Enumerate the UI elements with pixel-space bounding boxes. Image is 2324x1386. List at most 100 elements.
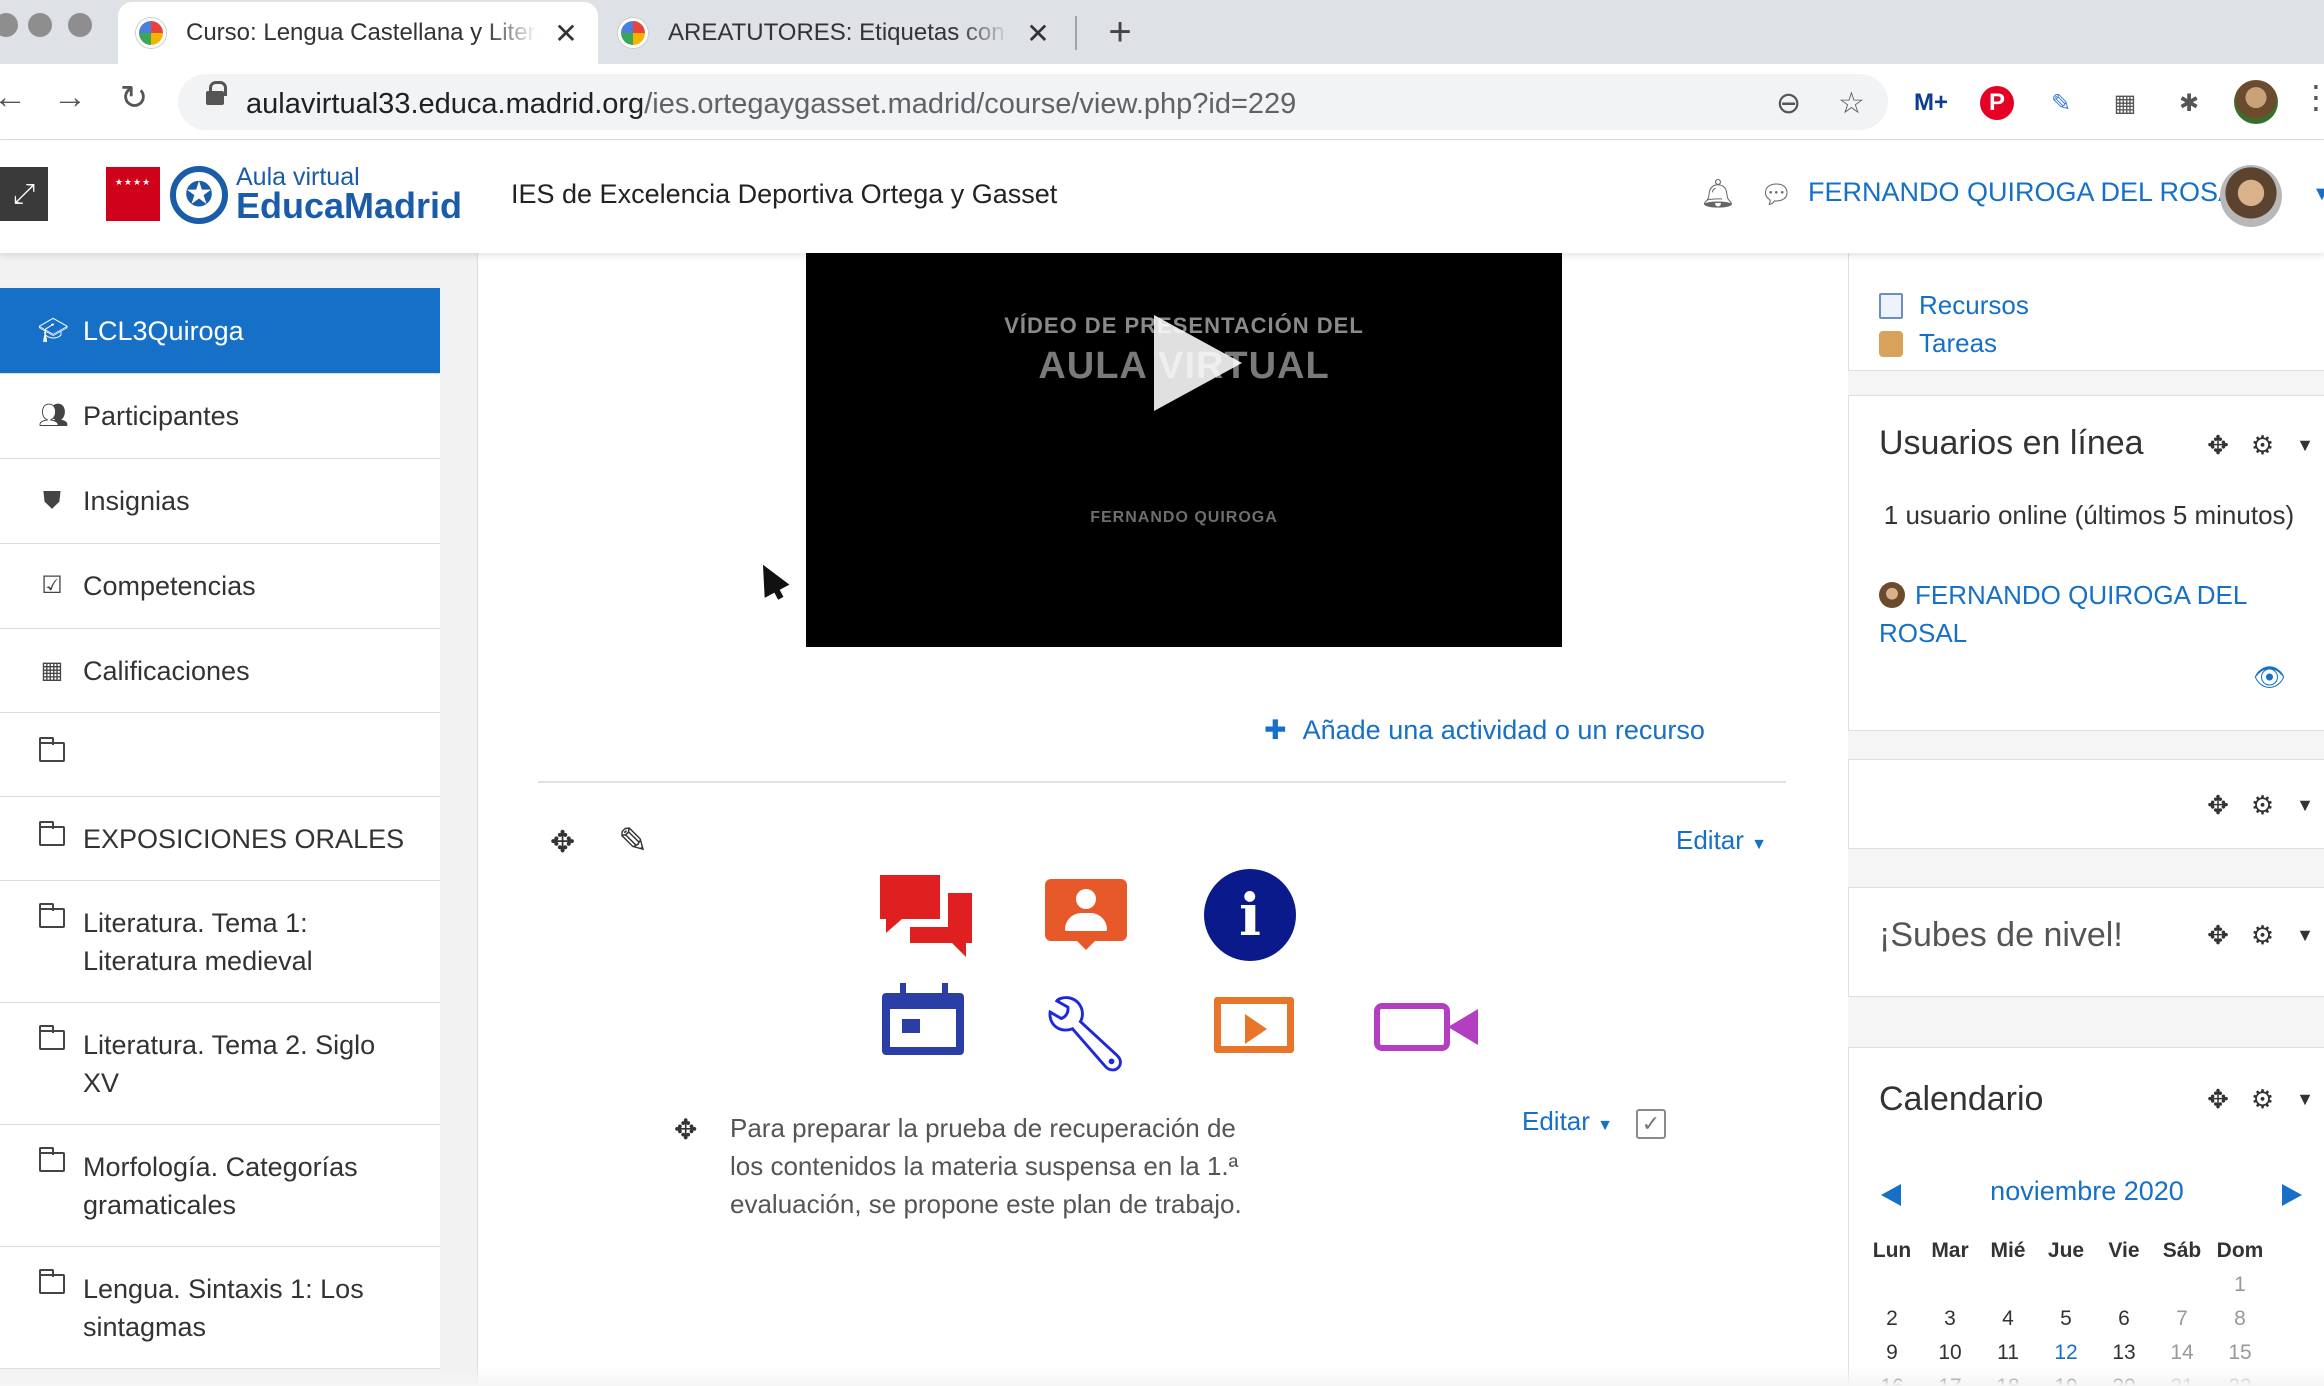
drawer-item-calificaciones[interactable]: ▦ Calificaciones [0, 629, 440, 713]
calendar-day[interactable]: 4 [1979, 1307, 2037, 1331]
folder-icon [38, 1146, 66, 1184]
info-icon[interactable]: i [1204, 869, 1296, 961]
empty-block: ✥ ⚙ ▼ [1848, 759, 2324, 849]
browser-tab-areatutores[interactable]: AREATUTORES: Etiquetas con iconos ✕ [600, 2, 1070, 64]
bookmark-star-icon[interactable]: ☆ [1838, 86, 1865, 121]
window-zoom-button[interactable] [68, 13, 92, 37]
drawer-item-tema-2[interactable]: Literatura. Tema 2. Siglo XV [0, 1003, 440, 1125]
browser-tab-course[interactable]: Curso: Lengua Castellana y Literatura ✕ [118, 2, 598, 64]
shield-icon: ⛊ [43, 487, 61, 514]
calendar-day[interactable]: 6 [2095, 1307, 2153, 1331]
move-block-icon[interactable]: ✥ [2207, 430, 2229, 461]
online-user-link[interactable]: FERNANDO QUIROGA DEL ROSAL [1879, 576, 2299, 652]
eye-icon[interactable]: 👁︎ [2253, 662, 2286, 693]
user-menu-name[interactable]: FERNANDO QUIROGA DEL ROSAL [1808, 177, 2251, 208]
puzzle-icon[interactable]: ✱ [2172, 86, 2206, 120]
browser-profile-avatar[interactable] [2234, 80, 2278, 124]
user-menu-caret-icon[interactable]: ▼ [2312, 183, 2324, 206]
move-activity-icon[interactable]: ✥ [674, 1113, 697, 1146]
zoom-out-icon[interactable]: ⊖ [1776, 86, 1801, 121]
play-icon[interactable] [1154, 315, 1242, 411]
completion-checkbox[interactable]: ✓ [1636, 1109, 1666, 1139]
url-text[interactable]: aulavirtual33.educa.madrid.org/ies.orteg… [246, 88, 1296, 121]
caret-down-icon[interactable]: ▼ [2296, 1089, 2314, 1110]
calendar-day[interactable]: 5 [2037, 1307, 2095, 1331]
activity-edit-menu[interactable]: Editar ▼ [1522, 1106, 1613, 1137]
drawer-item-section-0[interactable] [0, 713, 440, 797]
move-block-icon[interactable]: ✥ [2207, 920, 2229, 951]
gear-icon[interactable]: ⚙ [2251, 790, 2274, 821]
calendar-day[interactable]: 11 [1979, 1341, 2037, 1365]
tab-close-icon[interactable]: ✕ [1024, 17, 1052, 50]
back-arrow-icon[interactable]: ← [0, 78, 30, 117]
grid-icon[interactable]: ▦ [2108, 86, 2142, 120]
caret-down-icon[interactable]: ▼ [2296, 435, 2314, 456]
move-block-icon[interactable]: ✥ [2207, 790, 2229, 821]
drawer-item-participantes[interactable]: 👥︎ Participantes [0, 374, 440, 459]
browser-menu-icon[interactable]: ⋮ [2300, 78, 2324, 116]
drawer-item-exposiciones[interactable]: EXPOSICIONES ORALES [0, 797, 440, 881]
window-close-button[interactable] [0, 13, 18, 37]
weekday-header: Mié [1990, 1239, 2026, 1262]
notifications-bell-icon[interactable]: 🔔︎ [1700, 177, 1736, 210]
drawer-item-tema-1[interactable]: Literatura. Tema 1: Literatura medieval [0, 881, 440, 1003]
user-avatar[interactable] [2220, 165, 2282, 227]
pinterest-icon[interactable]: P [1980, 86, 2014, 120]
gear-icon[interactable]: ⚙ [2251, 430, 2274, 461]
new-tab-button[interactable]: + [1100, 10, 1140, 55]
drawer-item-insignias[interactable]: ⛊ Insignias [0, 459, 440, 544]
section-divider [538, 781, 1786, 783]
drawer-item-course[interactable]: 🎓︎ LCL3Quiroga [0, 288, 440, 374]
caret-down-icon[interactable]: ▼ [2296, 795, 2314, 816]
calendar-month-link[interactable]: noviembre 2020 [1849, 1176, 2324, 1207]
wrench-icon[interactable]: 🔧︎ [1038, 991, 1132, 1078]
drawer-item-competencias[interactable]: ☑ Competencias [0, 544, 440, 629]
add-activity-link[interactable]: ✚ Añade una actividad o un recurso [1264, 715, 1705, 746]
gear-icon[interactable]: ⚙ [2251, 1084, 2274, 1115]
calendar-icon[interactable] [882, 983, 964, 1055]
presentation-video[interactable]: VÍDEO DE PRESENTACIÓN DEL AULA VIRTUAL F… [806, 253, 1562, 647]
calendar-day[interactable]: 1 [2211, 1273, 2269, 1297]
drawer-item-morfologia[interactable]: Morfología. Categorías gramaticales [0, 1125, 440, 1247]
reload-icon[interactable]: ↻ [114, 78, 154, 118]
move-section-icon[interactable]: ✥ [550, 825, 575, 860]
site-name[interactable]: IES de Excelencia Deportiva Ortega y Gas… [511, 179, 1057, 210]
calendar-week-row: 9 10 11 12 13 14 15 [1863, 1336, 2303, 1370]
section-edit-menu[interactable]: Editar ▼ [1676, 825, 1767, 856]
educamadrid-star-logo-icon[interactable]: ✪ [170, 166, 228, 224]
users-icon: 👥︎ [38, 402, 69, 429]
calendar-day[interactable]: 13 [2095, 1341, 2153, 1365]
logo-text-bottom[interactable]: EducaMadrid [236, 185, 462, 227]
feather-icon[interactable]: ✎ [2044, 86, 2078, 120]
forward-arrow-icon[interactable]: → [50, 78, 90, 117]
contact-card-icon[interactable] [1045, 879, 1127, 950]
nav-item-tareas[interactable]: Tareas [1879, 328, 1997, 359]
play-box-icon[interactable] [1214, 997, 1294, 1053]
calendar-next-month-icon[interactable] [2282, 1184, 2302, 1206]
calendar-day[interactable]: 3 [1921, 1307, 1979, 1331]
url-host: aulavirtual33.educa.madrid.org [246, 88, 645, 120]
movistar-plus-icon[interactable]: M+ [1914, 86, 1948, 120]
lock-icon[interactable] [206, 81, 227, 105]
calendar-day-today[interactable]: 12 [2037, 1341, 2095, 1365]
move-block-icon[interactable]: ✥ [2207, 1084, 2229, 1115]
pencil-edit-icon[interactable]: ✎ [618, 820, 648, 862]
calendar-day[interactable]: 2 [1863, 1307, 1921, 1331]
gear-icon[interactable]: ⚙ [2251, 920, 2274, 951]
calendar-day[interactable]: 9 [1863, 1341, 1921, 1365]
nav-item-recursos[interactable]: Recursos [1879, 290, 2029, 321]
calendar-day[interactable]: 7 [2153, 1307, 2211, 1331]
calendar-day[interactable]: 8 [2211, 1307, 2269, 1331]
address-bar[interactable]: aulavirtual33.educa.madrid.org/ies.orteg… [178, 74, 1888, 130]
video-camera-icon[interactable] [1374, 1003, 1478, 1051]
window-minimize-button[interactable] [28, 13, 52, 37]
calendar-day[interactable]: 10 [1921, 1341, 1979, 1365]
calendar-day[interactable]: 14 [2153, 1341, 2211, 1365]
calendar-day[interactable]: 15 [2211, 1341, 2269, 1365]
forum-icon[interactable] [878, 871, 974, 961]
drawer-item-sintaxis[interactable]: Lengua. Sintaxis 1: Los sintagmas [0, 1247, 440, 1369]
fullscreen-toggle-icon[interactable]: ⤢ [0, 167, 48, 221]
messages-chat-icon[interactable]: 💬︎ [1760, 179, 1793, 210]
tab-close-icon[interactable]: ✕ [552, 17, 580, 50]
caret-down-icon[interactable]: ▼ [2296, 925, 2314, 946]
